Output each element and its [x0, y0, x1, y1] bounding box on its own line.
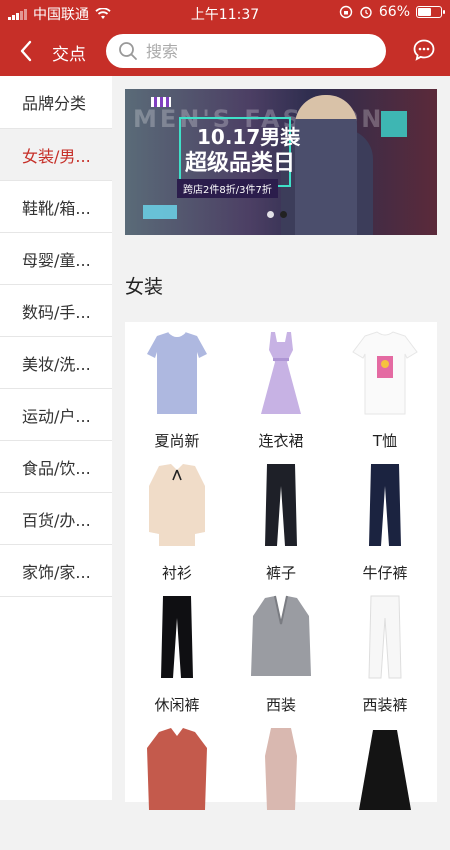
search-input[interactable]: [144, 40, 368, 62]
banner-decoration: [151, 97, 171, 107]
subcategory-item[interactable]: 牛仔裤: [333, 454, 437, 586]
promo-banner[interactable]: MEN'S FASHION 10.17男装 超级品类日 跨店2件8折/3件7折: [125, 89, 437, 235]
sidebar-item-shoes-bags[interactable]: 鞋靴/箱...: [0, 181, 112, 233]
banner-model-head: [295, 95, 357, 235]
sidebar-item-sports[interactable]: 运动/户...: [0, 389, 112, 441]
battery-icon: [416, 6, 445, 18]
alarm-icon: [360, 6, 372, 19]
top-image: [147, 331, 207, 414]
carousel-dot-active: [267, 211, 274, 218]
banner-subheadline: 超级品类日: [185, 151, 296, 176]
subcategory-item[interactable]: 西装: [229, 586, 333, 718]
subcategory-item[interactable]: T恤: [333, 322, 437, 454]
subcategory-label: 牛仔裤: [362, 564, 408, 582]
subcategory-label: 裤子: [265, 564, 296, 582]
orientation-lock-icon: [339, 5, 353, 19]
jacket-image: [147, 728, 207, 810]
sidebar-item-label: 品牌分类: [22, 94, 87, 113]
status-bar: 中国联通 上午11:37 66%: [0, 0, 450, 26]
carousel-indicator: [267, 211, 287, 218]
search-icon: [119, 42, 137, 60]
subcategory-item[interactable]: 夏尚新: [125, 322, 229, 454]
sidebar-item-baby-kids[interactable]: 母婴/童...: [0, 233, 112, 285]
sidebar-item-food[interactable]: 食品/饮...: [0, 441, 112, 493]
subcategory-item[interactable]: [333, 718, 437, 850]
battery-percent: 66%: [378, 4, 410, 20]
subcategory-label: T恤: [372, 432, 398, 450]
subcategory-item[interactable]: 衬衫: [125, 454, 229, 586]
sidebar-item-label: 女装/男...: [22, 146, 91, 166]
search-bar[interactable]: [106, 34, 386, 68]
casual-pants-image: [161, 596, 193, 678]
jumpsuit-image: [265, 728, 297, 810]
subcategory-label: 衬衫: [161, 564, 192, 582]
message-icon[interactable]: [412, 38, 436, 62]
dress-image: [261, 332, 301, 414]
subcategory-label: 西装: [265, 696, 296, 714]
top-nav-bar: 交点: [0, 26, 450, 76]
subcategory-grid: 夏尚新 连衣裙 T恤 衬衫 裤子 牛仔裤 休闲裤 西装 西装裤: [125, 322, 437, 810]
subcategory-label: 西装裤: [362, 696, 408, 714]
banner-decoration: [381, 111, 407, 137]
subcategory-label: 休闲裤: [154, 696, 200, 714]
sidebar-item-label: 运动/户...: [22, 406, 91, 426]
category-content: MEN'S FASHION 10.17男装 超级品类日 跨店2件8折/3件7折 …: [112, 76, 450, 810]
tshirt-image: [352, 331, 418, 415]
category-sidebar: 品牌分类 女装/男... 鞋靴/箱... 母婴/童... 数码/手... 美妆/…: [0, 76, 112, 800]
sidebar-item-label: 美妆/洗...: [22, 354, 91, 374]
banner-offer: 跨店2件8折/3件7折: [177, 179, 278, 198]
skirt-image: [359, 730, 411, 810]
sidebar-item-label: 家饰/家...: [22, 562, 91, 582]
subcategory-label: 夏尚新: [154, 432, 200, 450]
suit-pants-image: [368, 595, 402, 679]
sidebar-item-label: 鞋靴/箱...: [22, 198, 91, 218]
sidebar-item-label: 百货/办...: [22, 510, 91, 530]
sidebar-item-apparel[interactable]: 女装/男...: [0, 129, 112, 181]
section-title: 女装: [125, 276, 164, 298]
banner-decoration: [143, 205, 177, 219]
blazer-image: [251, 595, 311, 676]
sidebar-item-label: 数码/手...: [22, 302, 91, 322]
sidebar-item-general[interactable]: 百货/办...: [0, 493, 112, 545]
sidebar-item-beauty[interactable]: 美妆/洗...: [0, 337, 112, 389]
subcategory-item[interactable]: 西装裤: [333, 586, 437, 718]
sidebar-item-brand[interactable]: 品牌分类: [0, 76, 112, 129]
back-label[interactable]: 交点: [52, 40, 86, 65]
sidebar-item-label: 食品/饮...: [22, 458, 91, 478]
carousel-dot: [280, 211, 287, 218]
jeans-image: [369, 464, 401, 546]
shirt-image: [149, 464, 205, 546]
subcategory-item[interactable]: [125, 718, 229, 850]
subcategory-item[interactable]: 连衣裙: [229, 322, 333, 454]
sidebar-item-label: 母婴/童...: [22, 250, 91, 270]
pants-image: [265, 464, 297, 546]
subcategory-item[interactable]: [229, 718, 333, 850]
back-icon[interactable]: [14, 36, 38, 66]
sidebar-item-home[interactable]: 家饰/家...: [0, 545, 112, 597]
subcategory-item[interactable]: 裤子: [229, 454, 333, 586]
subcategory-label: 连衣裙: [258, 432, 304, 450]
subcategory-item[interactable]: 休闲裤: [125, 586, 229, 718]
sidebar-item-digital[interactable]: 数码/手...: [0, 285, 112, 337]
